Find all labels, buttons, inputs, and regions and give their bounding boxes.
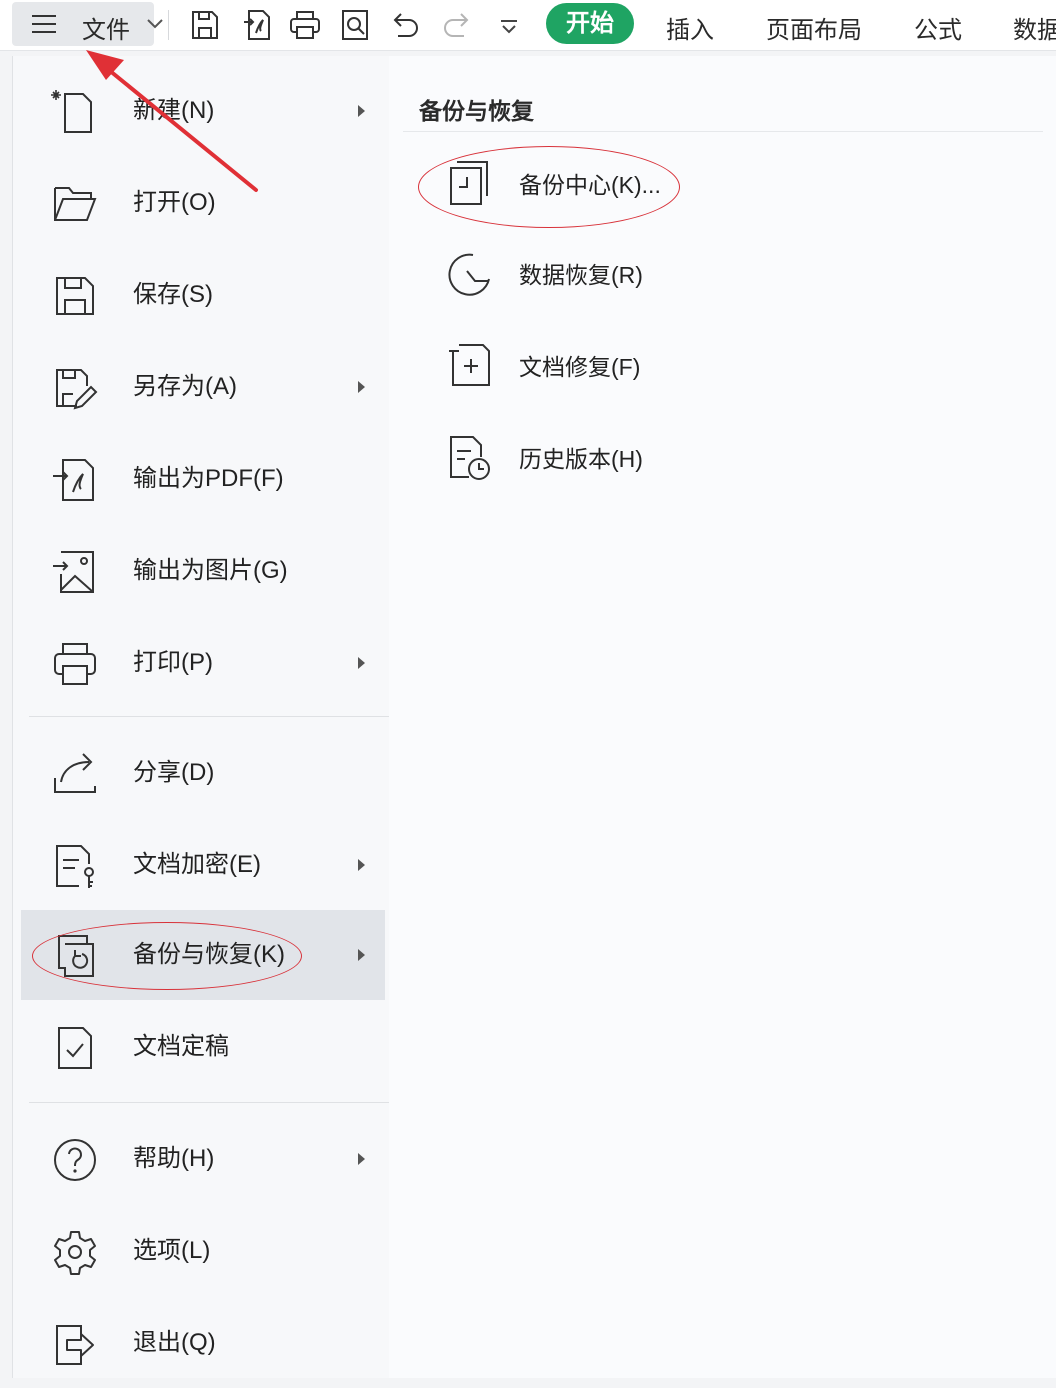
submenu-item-label: 历史版本(H) <box>519 446 643 472</box>
share-icon <box>54 753 96 793</box>
menu-item-label: 输出为PDF(F) <box>133 465 284 492</box>
menu-divider <box>29 716 399 717</box>
help-icon <box>54 1139 96 1181</box>
menu-item-new[interactable]: 新建(N) <box>21 66 385 156</box>
backup-restore-submenu: 备份与恢复 备份中心(K)... 数据恢复(R) 文档修复(F) 历史版本(H) <box>389 56 1056 1378</box>
menu-item-label: 打印(P) <box>133 649 213 676</box>
tab-page-layout[interactable]: 页面布局 <box>766 10 862 45</box>
annotation-ellipse-backup-center <box>418 146 680 228</box>
doc-repair-icon <box>449 344 490 386</box>
submenu-arrow-icon <box>358 949 365 961</box>
redo-icon[interactable] <box>440 8 474 42</box>
tab-home[interactable]: 开始 <box>546 3 634 44</box>
file-menu-panel: 新建(N) 打开(O) 保存(S) 另存为(A) 输出为PDF(F) 输出为图片… <box>12 56 399 1378</box>
annotation-ellipse-backup-restore <box>32 922 302 990</box>
menu-item-label: 帮助(H) <box>133 1145 215 1172</box>
menu-item-label: 文档定稿 <box>133 1033 229 1060</box>
menu-item-exit[interactable]: 退出(Q) <box>21 1298 385 1388</box>
submenu-arrow-icon <box>358 381 365 393</box>
save-as-icon <box>56 369 98 410</box>
file-menu-button[interactable]: 文件 <box>12 2 163 46</box>
menu-item-finalize[interactable]: 文档定稿 <box>21 1002 385 1092</box>
new-file-icon <box>51 90 92 133</box>
submenu-title: 备份与恢复 <box>419 98 534 124</box>
encrypt-doc-icon <box>56 845 94 888</box>
menu-item-label: 文档加密(E) <box>133 851 261 878</box>
tab-formula[interactable]: 公式 <box>914 10 962 45</box>
menu-divider <box>29 1102 399 1103</box>
submenu-arrow-icon <box>358 657 365 669</box>
export-pdf-icon <box>53 459 94 501</box>
submenu-item-label: 文档修复(F) <box>519 354 641 380</box>
settings-gear-icon <box>54 1231 96 1275</box>
menu-item-label: 退出(Q) <box>133 1329 216 1356</box>
submenu-item-data-recovery[interactable]: 数据恢复(R) <box>429 238 929 312</box>
menu-item-label: 新建(N) <box>133 97 215 124</box>
undo-icon[interactable] <box>388 8 422 42</box>
export-pdf-icon[interactable] <box>240 8 274 42</box>
menu-item-label: 分享(D) <box>133 759 215 786</box>
menu-item-encrypt[interactable]: 文档加密(E) <box>21 820 385 910</box>
submenu-item-label: 数据恢复(R) <box>519 262 643 288</box>
file-menu-label: 文件 <box>82 17 130 44</box>
print-preview-icon[interactable] <box>338 8 372 42</box>
menu-item-open[interactable]: 打开(O) <box>21 158 385 248</box>
submenu-arrow-icon <box>358 859 365 871</box>
divider <box>403 131 1043 132</box>
menu-item-print[interactable]: 打印(P) <box>21 618 385 708</box>
save-icon <box>56 277 94 315</box>
folder-open-icon <box>54 187 97 221</box>
tab-data[interactable]: 数据 <box>1013 10 1056 45</box>
menu-item-label: 保存(S) <box>133 281 213 308</box>
submenu-arrow-icon <box>358 105 365 117</box>
menu-item-save[interactable]: 保存(S) <box>21 250 385 340</box>
exit-icon <box>56 1325 94 1365</box>
menu-icon <box>32 15 56 33</box>
menu-item-help[interactable]: 帮助(H) <box>21 1114 385 1204</box>
menu-item-label: 另存为(A) <box>133 373 237 400</box>
finalize-doc-icon <box>58 1027 92 1069</box>
export-image-icon <box>53 551 94 593</box>
menu-item-share[interactable]: 分享(D) <box>21 728 385 818</box>
toolbar-separator <box>168 10 169 40</box>
history-version-icon <box>450 436 490 480</box>
quick-access-toolbar: 文件 开始 插入 页面布局 公式 数据 <box>0 0 1056 51</box>
tab-insert[interactable]: 插入 <box>666 10 714 45</box>
menu-item-save-as[interactable]: 另存为(A) <box>21 342 385 432</box>
menu-item-options[interactable]: 选项(L) <box>21 1206 385 1296</box>
submenu-arrow-icon <box>358 1153 365 1165</box>
submenu-item-history-version[interactable]: 历史版本(H) <box>429 422 929 496</box>
menu-item-export-pdf[interactable]: 输出为PDF(F) <box>21 434 385 524</box>
print-icon <box>54 643 96 685</box>
menu-item-label: 输出为图片(G) <box>133 557 288 584</box>
print-icon[interactable] <box>288 8 322 42</box>
save-icon[interactable] <box>188 8 222 42</box>
menu-item-export-image[interactable]: 输出为图片(G) <box>21 526 385 616</box>
more-dropdown-icon[interactable] <box>492 8 526 42</box>
chevron-down-icon <box>147 19 163 29</box>
menu-item-label: 打开(O) <box>133 189 216 216</box>
submenu-item-doc-repair[interactable]: 文档修复(F) <box>429 330 929 404</box>
data-recovery-icon <box>448 253 490 296</box>
menu-item-label: 选项(L) <box>133 1237 211 1264</box>
